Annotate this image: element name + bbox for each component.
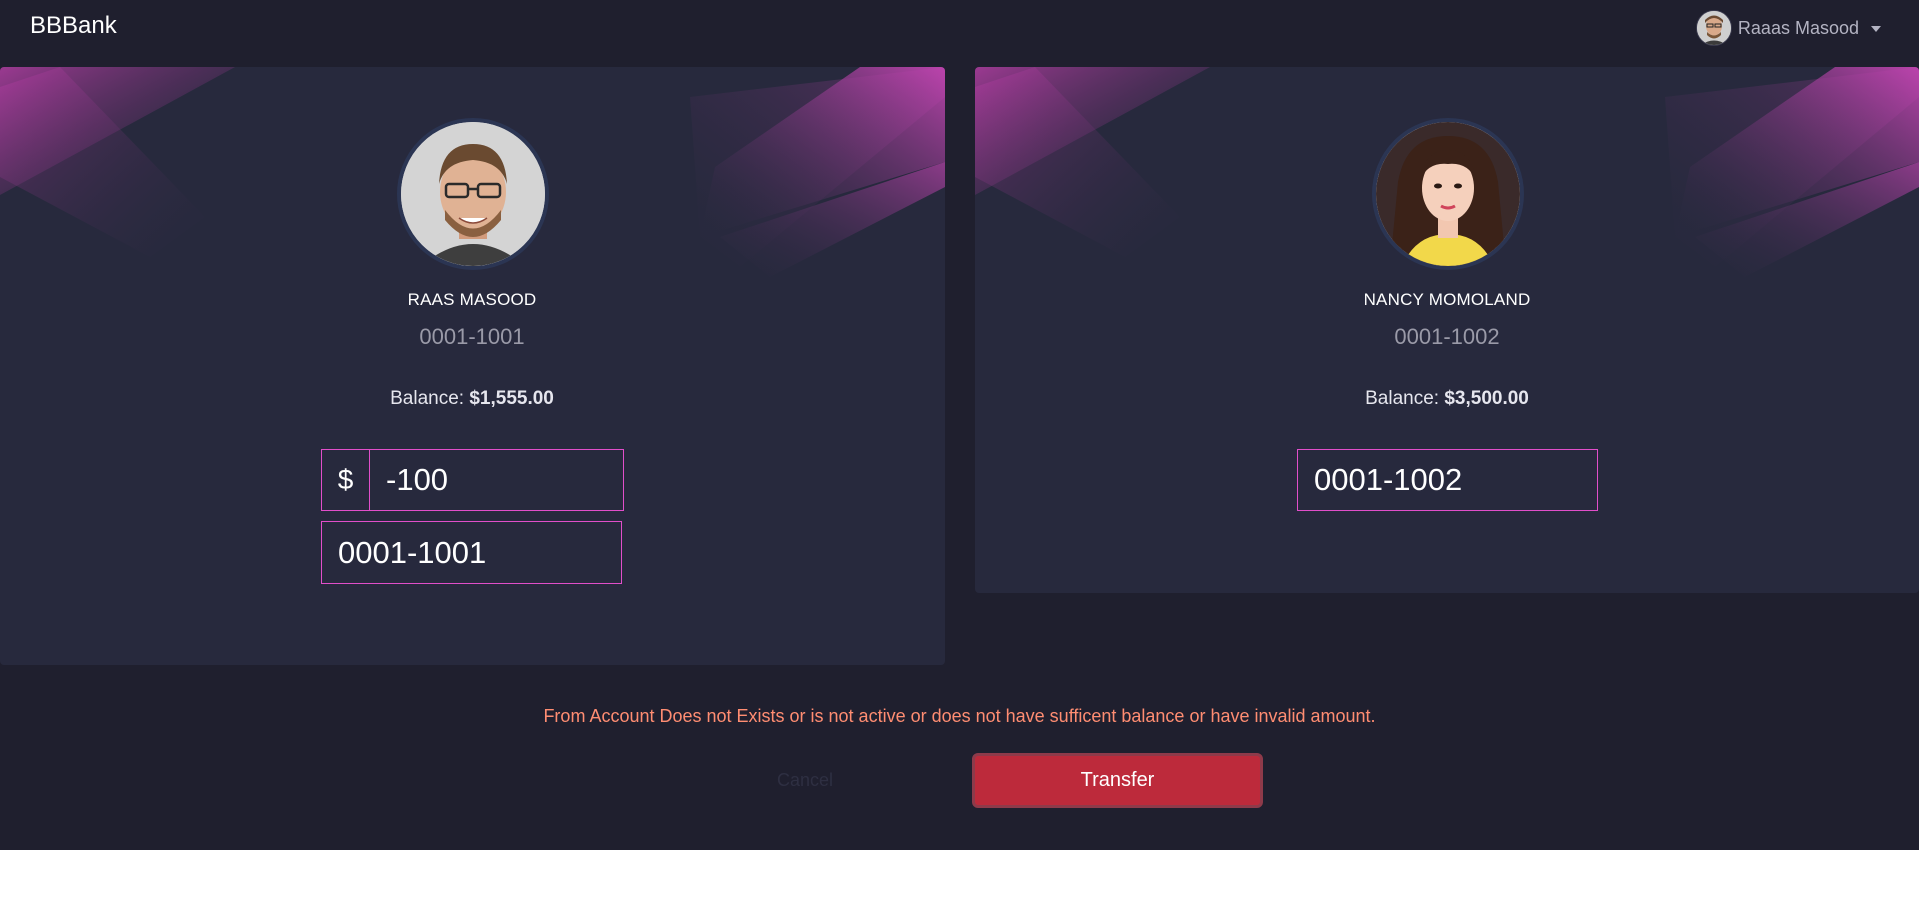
currency-addon: $ — [321, 449, 370, 511]
caret-down-icon[interactable] — [1871, 26, 1881, 32]
user-name[interactable]: Raaas Masood — [1738, 18, 1859, 39]
cancel-button[interactable]: Cancel — [760, 765, 850, 795]
balance-value: $3,500.00 — [1444, 388, 1529, 409]
from-account-number: 0001-1001 — [419, 324, 525, 349]
transfer-button[interactable]: Transfer — [972, 753, 1263, 808]
to-account-avatar — [1372, 118, 1524, 270]
balance-label: Balance: — [390, 388, 470, 409]
to-account-card: NANCY MOMOLAND 0001-1002 Balance: $3,500… — [975, 67, 1919, 593]
brand-logo[interactable]: BBBank — [30, 12, 117, 40]
navbar: BBBank Raaas Masood — [0, 0, 1919, 54]
to-account-holder-name: NANCY MOMOLAND — [1363, 290, 1531, 309]
from-account-balance: Balance: $1,555.00 — [322, 388, 622, 410]
balance-value: $1,555.00 — [469, 388, 554, 409]
balance-label: Balance: — [1365, 388, 1445, 409]
app-background: BBBank Raaas Masood RAAS MASOOD 0001-100… — [0, 0, 1919, 850]
to-account-input[interactable] — [1297, 449, 1598, 511]
user-avatar[interactable] — [1695, 10, 1732, 46]
transfer-error-message: From Account Does not Exists or is not a… — [543, 706, 1376, 726]
user-menu-dropdown[interactable]: Raaas Masood — [1695, 10, 1881, 46]
from-account-input[interactable] — [321, 521, 622, 584]
to-account-balance: Balance: $3,500.00 — [1297, 388, 1597, 410]
from-account-holder-name: RAAS MASOOD — [407, 290, 537, 309]
from-account-card: RAAS MASOOD 0001-1001 Balance: $1,555.00… — [0, 67, 945, 665]
to-account-number: 0001-1002 — [1394, 324, 1500, 349]
amount-input[interactable] — [369, 449, 624, 511]
from-account-avatar — [397, 118, 549, 270]
